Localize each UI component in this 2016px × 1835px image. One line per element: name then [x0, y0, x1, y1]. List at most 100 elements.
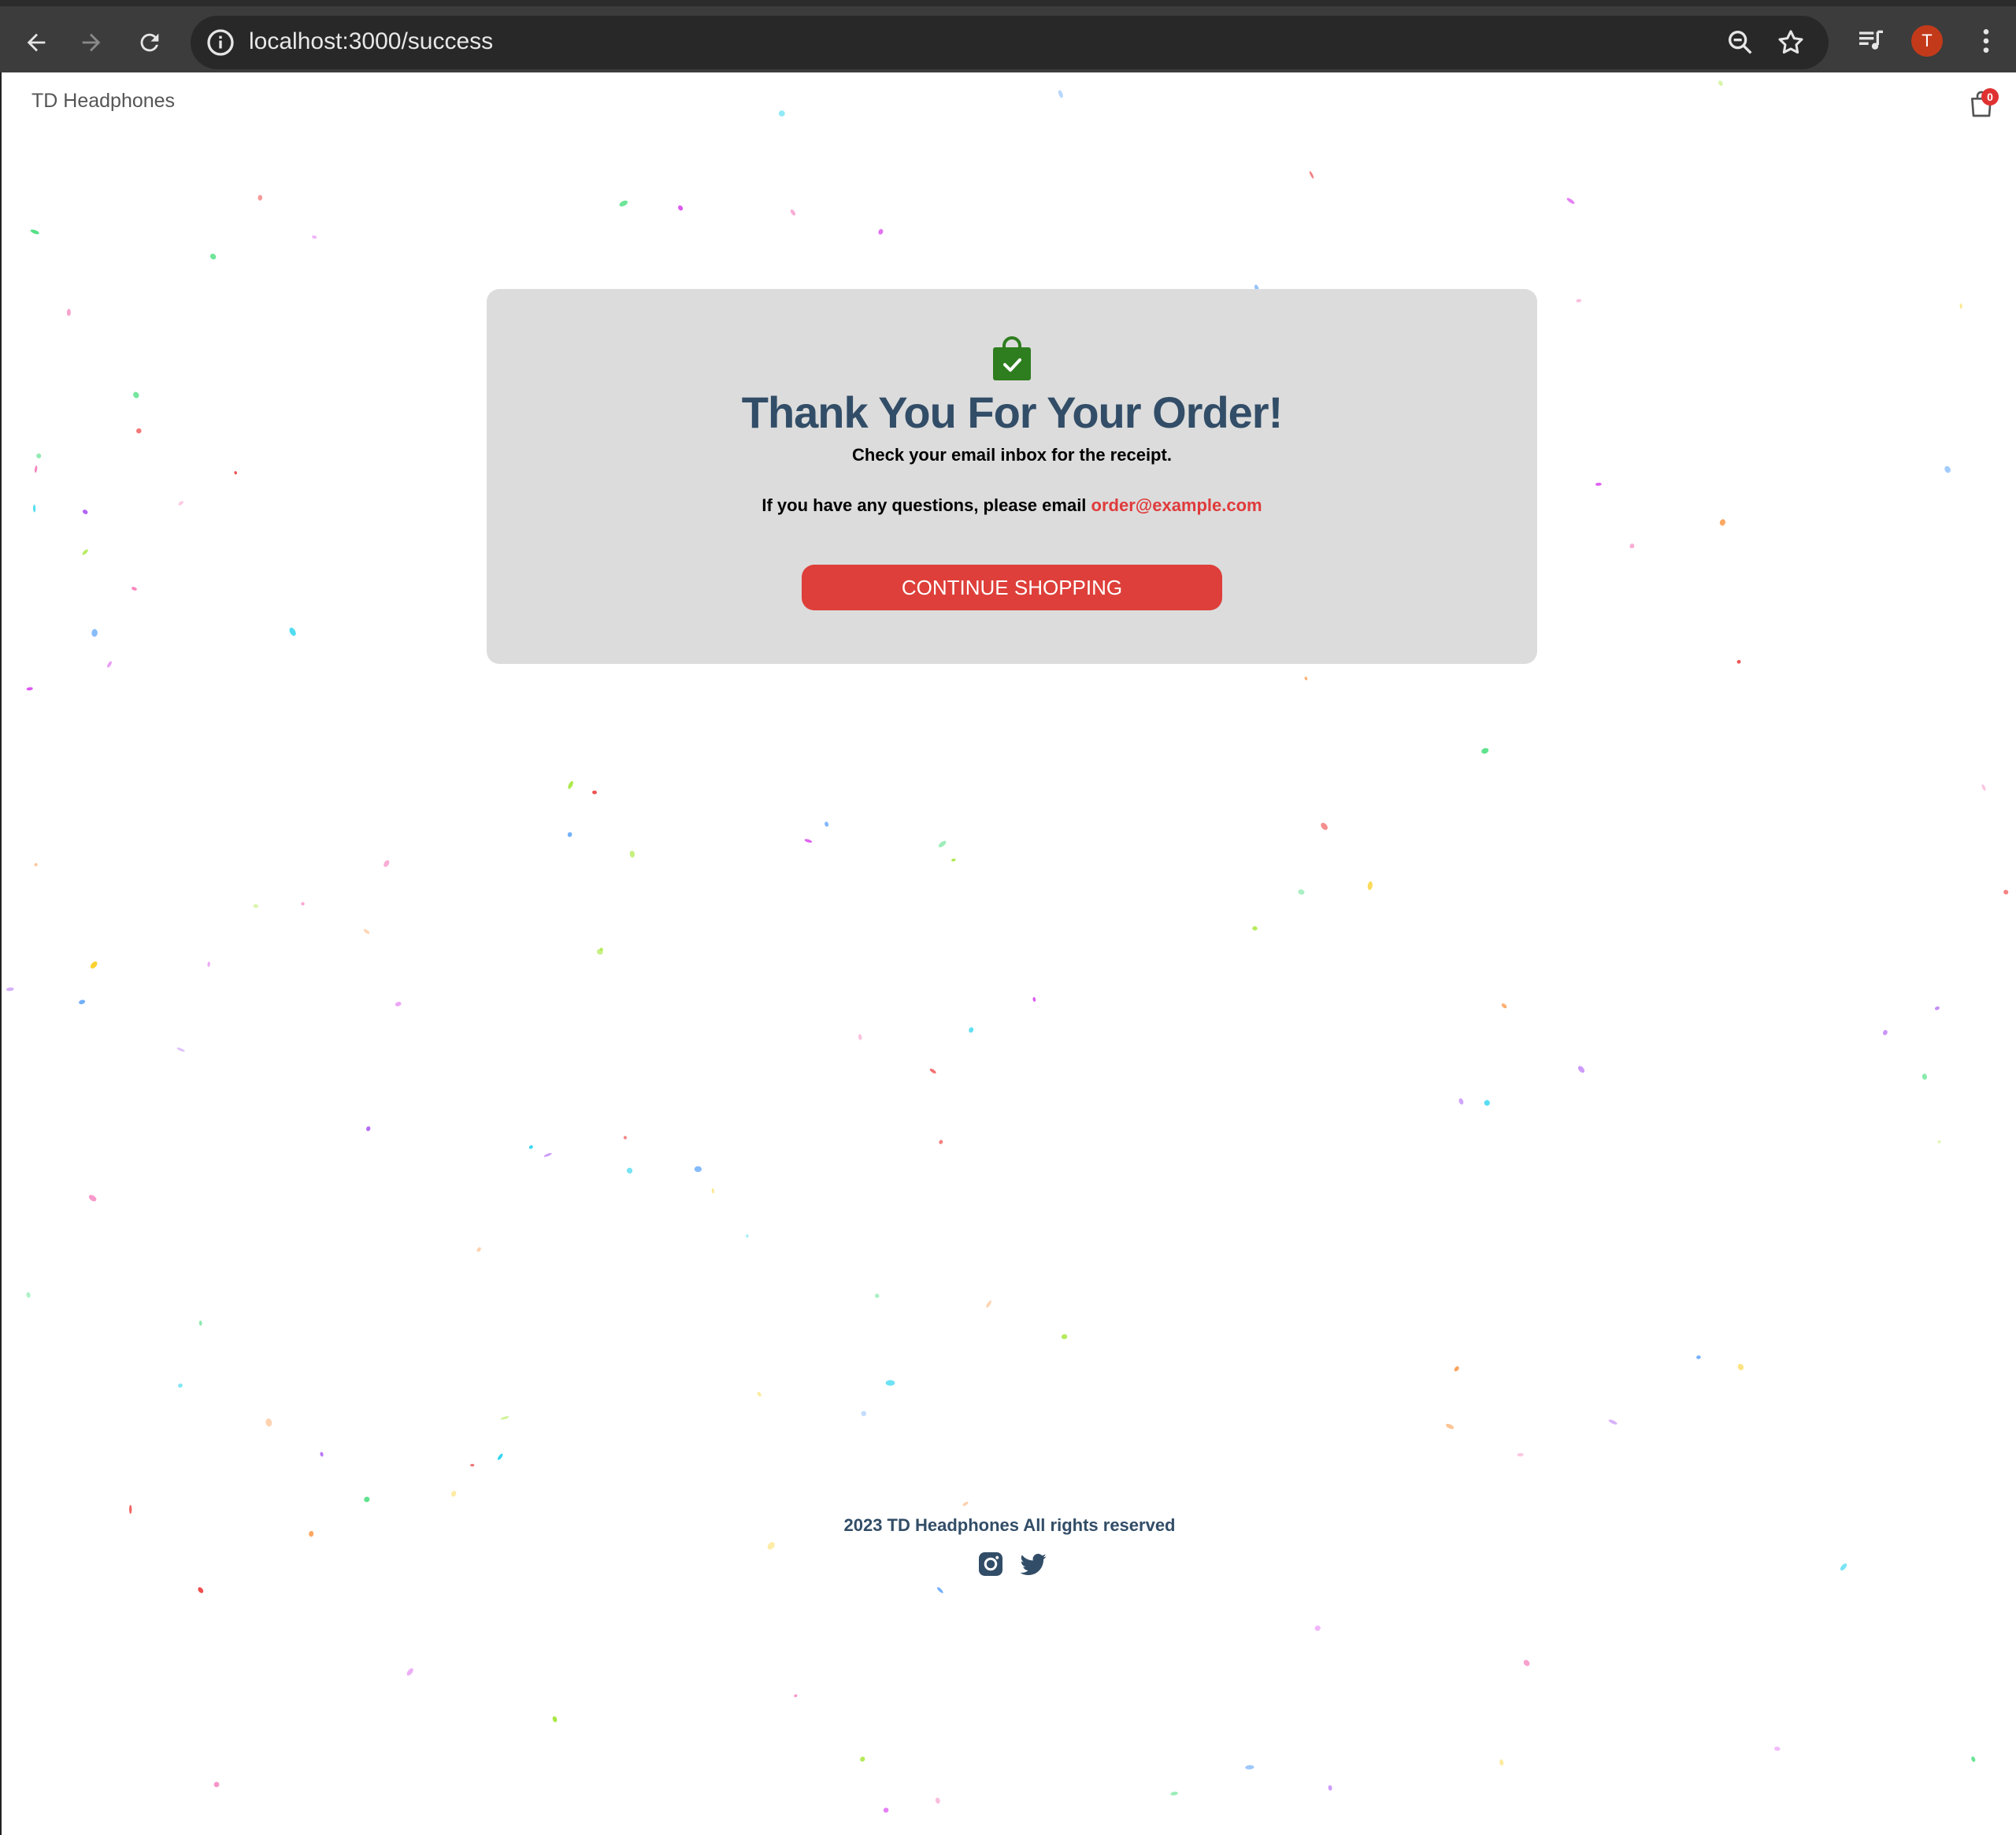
star-icon[interactable]	[1775, 27, 1807, 58]
confetti-piece	[1252, 926, 1258, 931]
confetti-piece	[384, 860, 390, 867]
page-title: Thank You For Your Order!	[741, 387, 1283, 437]
confetti-piece	[132, 587, 137, 591]
confetti-piece	[395, 1002, 402, 1006]
profile-avatar[interactable]: T	[1911, 25, 1943, 57]
confetti-piece	[198, 1587, 204, 1593]
confetti-piece	[82, 549, 88, 555]
confetti-piece	[629, 851, 635, 858]
media-playlist-icon[interactable]	[1855, 25, 1887, 57]
confetti-piece	[1608, 1419, 1618, 1425]
confetti-piece	[543, 1153, 552, 1157]
address-bar[interactable]: localhost:3000/success	[191, 16, 1829, 69]
confetti-piece	[1484, 1099, 1490, 1107]
confetti-piece	[91, 628, 98, 637]
reload-button[interactable]	[129, 22, 170, 63]
twitter-icon[interactable]	[1019, 1550, 1047, 1578]
confetti-piece	[626, 1167, 633, 1174]
confetti-piece	[528, 1145, 533, 1149]
confetti-piece	[936, 1587, 943, 1593]
confetti-piece	[1501, 1003, 1507, 1009]
confetti-piece	[36, 453, 42, 458]
more-vert-icon[interactable]	[1970, 25, 2002, 57]
confetti-piece	[178, 501, 183, 506]
zoom-out-icon[interactable]	[1725, 27, 1756, 58]
confetti-piece	[778, 110, 785, 117]
confetti-piece	[935, 1797, 940, 1804]
confetti-piece	[858, 1034, 862, 1040]
confetti-piece	[1774, 1746, 1781, 1752]
confetti-piece	[1981, 784, 1986, 791]
confetti-piece	[34, 465, 38, 473]
confetti-piece	[1517, 1452, 1524, 1457]
confetti-piece	[1061, 1334, 1068, 1340]
confetti-piece	[552, 1716, 558, 1722]
confetti-piece	[26, 1292, 31, 1298]
confetti-piece	[34, 862, 38, 867]
back-icon	[27, 33, 46, 52]
confetti-piece	[1737, 1363, 1744, 1370]
confetti-piece	[66, 309, 71, 317]
confetti-piece	[969, 1027, 974, 1033]
order-success-card: Thank You For Your Order! Check your ema…	[487, 289, 1537, 664]
confetti-piece	[1595, 482, 1602, 486]
receipt-message: Check your email inbox for the receipt.	[852, 445, 1172, 465]
confetti-piece	[209, 254, 217, 260]
confetti-piece	[136, 428, 142, 434]
confetti-piece	[1481, 747, 1489, 754]
confetti-piece	[253, 904, 259, 908]
confetti-piece	[450, 1490, 457, 1497]
confetti-piece	[1298, 889, 1305, 895]
confetti-piece	[711, 1188, 715, 1194]
confetti-piece	[476, 1247, 481, 1252]
confetti-piece	[497, 1453, 503, 1460]
confetti-piece	[500, 1416, 510, 1420]
confetti-piece	[986, 1300, 991, 1308]
confetti-piece	[1576, 298, 1582, 302]
confetti-piece	[363, 929, 370, 934]
forward-button[interactable]	[71, 22, 112, 63]
brand-logo-link[interactable]: TD Headphones	[32, 90, 175, 113]
confetti-piece	[790, 209, 796, 216]
confetti-piece	[1566, 198, 1575, 204]
confetti-piece	[1309, 171, 1314, 179]
instagram-icon[interactable]	[976, 1550, 1005, 1578]
continue-shopping-button[interactable]: CONTINUE SHOPPING	[802, 565, 1222, 610]
confetti-piece	[213, 1781, 220, 1788]
confetti-piece	[470, 1463, 475, 1467]
confetti-piece	[26, 687, 33, 691]
confetti-piece	[128, 1504, 132, 1514]
confetti-piece	[861, 1411, 867, 1417]
back-button[interactable]	[16, 22, 57, 63]
confetti-piece	[746, 1234, 749, 1238]
confetti-piece	[592, 790, 597, 795]
confetti-piece	[767, 1542, 775, 1550]
contact-message: If you have any questions, please email …	[487, 495, 1537, 516]
contact-email-link[interactable]: order@example.com	[1091, 495, 1262, 515]
confetti-piece	[364, 1496, 370, 1503]
confetti-piece	[1328, 1785, 1332, 1791]
confetti-piece	[878, 228, 884, 235]
url-text[interactable]: localhost:3000/success	[249, 28, 493, 55]
confetti-piece	[289, 627, 296, 636]
info-icon[interactable]	[205, 27, 236, 58]
forward-icon	[82, 33, 101, 52]
confetti-piece	[1577, 1066, 1585, 1073]
confetti-piece	[176, 1047, 185, 1052]
confetti-piece	[1736, 659, 1741, 664]
confetti-piece	[1454, 1366, 1459, 1372]
confetti-piece	[6, 987, 14, 992]
shopping-bag-check-icon	[993, 336, 1031, 380]
confetti-piece	[938, 840, 947, 847]
confetti-piece	[207, 962, 210, 967]
footer-copyright: 2023 TD Headphones All rights reserved	[843, 1515, 1176, 1535]
confetti-piece	[1934, 1006, 1940, 1010]
confetti-piece	[1032, 997, 1036, 1002]
confetti-piece	[32, 504, 36, 513]
confetti-piece	[1445, 1423, 1455, 1429]
confetti-piece	[874, 1293, 880, 1299]
confetti-piece	[198, 1320, 202, 1326]
confetti-piece	[1840, 1563, 1847, 1571]
confetti-piece	[694, 1166, 702, 1173]
confetti-piece	[567, 832, 573, 837]
